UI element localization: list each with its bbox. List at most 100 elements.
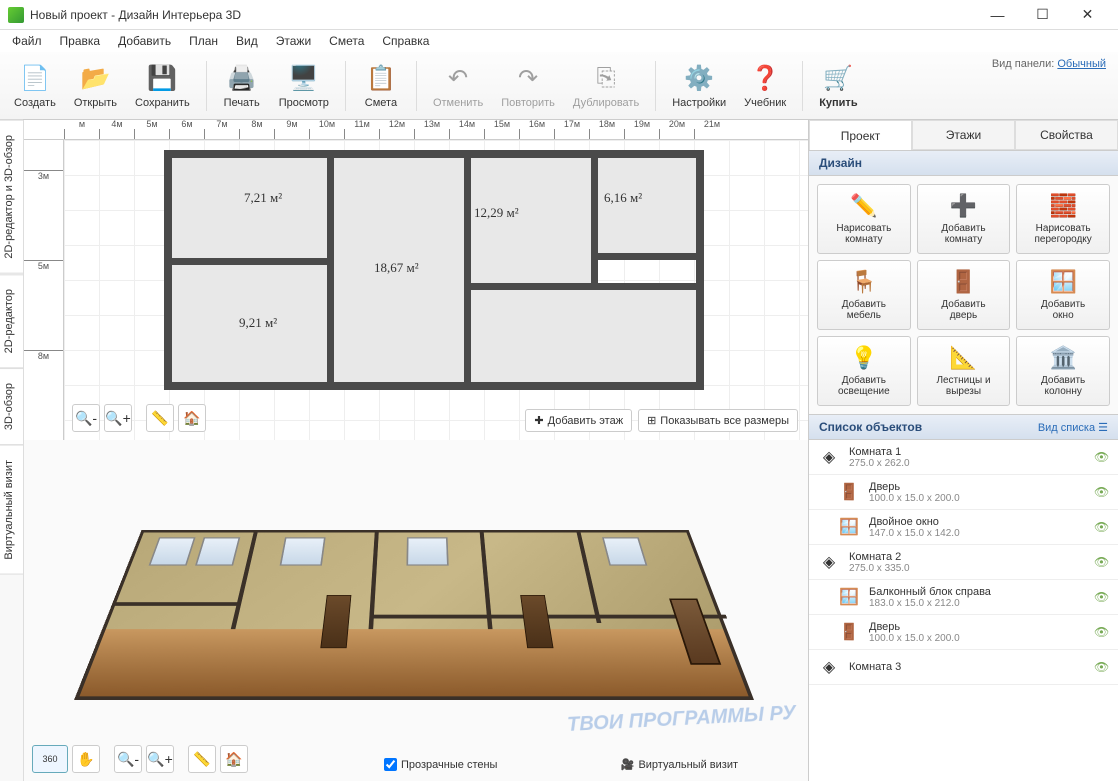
notepad-icon: 📋: [365, 62, 397, 94]
object-item-4[interactable]: 🪟Балконный блок справа183.0 x 15.0 x 212…: [809, 580, 1118, 615]
design-btn-0[interactable]: ✏️Нарисоватькомнату: [817, 184, 911, 254]
design-btn-2[interactable]: 🧱Нарисоватьперегородку: [1016, 184, 1110, 254]
minimize-button[interactable]: —: [975, 1, 1020, 29]
object-icon: ◈: [817, 445, 841, 469]
zoom-in-button[interactable]: 🔍+: [104, 404, 132, 432]
side-tab-0[interactable]: 2D-редактор и 3D-обзор: [0, 120, 23, 274]
buy-button[interactable]: 🛒Купить: [813, 59, 863, 112]
object-item-1[interactable]: 🚪Дверь100.0 x 15.0 x 200.0👁: [809, 475, 1118, 510]
show-dimensions-button[interactable]: ⊞Показывать все размеры: [638, 409, 798, 432]
zoom-out-3d-button[interactable]: 🔍-: [114, 745, 142, 773]
menu-4[interactable]: Вид: [228, 32, 266, 50]
create-button[interactable]: 📄Создать: [8, 59, 62, 112]
print-button[interactable]: 🖨️Печать: [217, 59, 267, 112]
side-tab-3[interactable]: Виртуальный визит: [0, 445, 23, 575]
open-button[interactable]: 📂Открыть: [68, 59, 123, 112]
visibility-icon[interactable]: 👁: [1094, 485, 1110, 499]
design-btn-7[interactable]: 📐Лестницы ивырезы: [917, 336, 1011, 406]
estimate-button[interactable]: 📋Смета: [356, 59, 406, 112]
right-tab-2[interactable]: Свойства: [1015, 120, 1118, 150]
design-icon: 🏛️: [1049, 345, 1076, 371]
design-btn-6[interactable]: 💡Добавитьосвещение: [817, 336, 911, 406]
side-tab-1[interactable]: 2D-редактор: [0, 274, 23, 368]
undo-button[interactable]: ↶Отменить: [427, 59, 489, 112]
object-item-6[interactable]: ◈Комната 3👁: [809, 650, 1118, 685]
preview-button[interactable]: 🖥️Просмотр: [273, 59, 335, 112]
design-btn-1[interactable]: ➕Добавитькомнату: [917, 184, 1011, 254]
right-tab-0[interactable]: Проект: [809, 120, 912, 150]
camera-icon: 🎥: [621, 758, 635, 771]
object-icon: 🚪: [837, 480, 861, 504]
tutorial-button[interactable]: ❓Учебник: [738, 59, 792, 112]
pan-button[interactable]: ✋: [72, 745, 100, 773]
menu-0[interactable]: Файл: [4, 32, 50, 50]
ruler-vertical: 3м5м8м: [24, 140, 64, 440]
new-file-icon: 📄: [19, 62, 51, 94]
redo-icon: ↷: [512, 62, 544, 94]
maximize-button[interactable]: ☐: [1020, 1, 1065, 29]
measure-button[interactable]: 📏: [146, 404, 174, 432]
object-item-2[interactable]: 🪟Двойное окно147.0 x 15.0 x 142.0👁: [809, 510, 1118, 545]
plan-2d-area[interactable]: 3м5м8м: [24, 140, 808, 440]
object-item-5[interactable]: 🚪Дверь100.0 x 15.0 x 200.0👁: [809, 615, 1118, 650]
right-tab-1[interactable]: Этажи: [912, 120, 1015, 150]
plus-icon: ✚: [534, 414, 543, 427]
list-view-link[interactable]: Вид списка ☰: [1038, 421, 1108, 434]
visibility-icon[interactable]: 👁: [1094, 520, 1110, 534]
zoom-in-3d-button[interactable]: 🔍+: [146, 745, 174, 773]
view-3d-area[interactable]: 360 ✋ 🔍- 🔍+ 📏 🏠 Прозрачные стены 🎥Виртуа…: [24, 440, 808, 781]
object-item-0[interactable]: ◈Комната 1275.0 x 262.0👁: [809, 440, 1118, 475]
design-icon: 🚪: [950, 269, 977, 295]
cart-icon: 🛒: [822, 62, 854, 94]
menu-2[interactable]: Добавить: [110, 32, 179, 50]
menu-7[interactable]: Справка: [374, 32, 437, 50]
window-title: Новый проект - Дизайн Интерьера 3D: [30, 8, 975, 22]
printer-icon: 🖨️: [226, 62, 258, 94]
room-area-label: 7,21 м²: [244, 190, 282, 206]
home-button[interactable]: 🏠: [178, 404, 206, 432]
close-button[interactable]: ✕: [1065, 1, 1110, 29]
settings-button[interactable]: ⚙️Настройки: [666, 59, 732, 112]
right-panel: ПроектЭтажиСвойства Дизайн ✏️Нарисоватьк…: [808, 120, 1118, 781]
visibility-icon[interactable]: 👁: [1094, 590, 1110, 604]
ruler-3d-button[interactable]: 📏: [188, 745, 216, 773]
object-icon: 🪟: [837, 585, 861, 609]
menu-1[interactable]: Правка: [52, 32, 109, 50]
visibility-icon[interactable]: 👁: [1094, 660, 1110, 674]
visibility-icon[interactable]: 👁: [1094, 555, 1110, 569]
design-btn-3[interactable]: 🪑Добавитьмебель: [817, 260, 911, 330]
menu-5[interactable]: Этажи: [268, 32, 319, 50]
toolbar: 📄Создать 📂Открыть 💾Сохранить 🖨️Печать 🖥️…: [0, 52, 1118, 120]
virtual-visit-button[interactable]: 🎥Виртуальный визит: [621, 758, 738, 771]
menubar: ФайлПравкаДобавитьПланВидЭтажиСметаСправ…: [0, 30, 1118, 52]
duplicate-button[interactable]: ⎘Дублировать: [567, 59, 645, 112]
redo-button[interactable]: ↷Повторить: [495, 59, 561, 112]
rotate-360-button[interactable]: 360: [32, 745, 68, 773]
panel-mode-link[interactable]: Обычный: [1057, 58, 1106, 70]
monitor-icon: 🖥️: [288, 62, 320, 94]
zoom-out-button[interactable]: 🔍-: [72, 404, 100, 432]
design-btn-8[interactable]: 🏛️Добавитьколонну: [1016, 336, 1110, 406]
visibility-icon[interactable]: 👁: [1094, 450, 1110, 464]
plan-canvas[interactable]: 7,21 м²18,67 м²12,29 м²6,16 м²9,21 м² 🔍-…: [64, 140, 808, 440]
object-icon: ◈: [817, 655, 841, 679]
design-icon: 📐: [950, 345, 977, 371]
object-icon: ◈: [817, 550, 841, 574]
save-button[interactable]: 💾Сохранить: [129, 59, 196, 112]
visibility-icon[interactable]: 👁: [1094, 625, 1110, 639]
design-icon: 🪟: [1049, 269, 1076, 295]
menu-6[interactable]: Смета: [321, 32, 372, 50]
objects-section-header: Список объектов Вид списка ☰: [809, 414, 1118, 440]
menu-3[interactable]: План: [181, 32, 226, 50]
transparent-walls-checkbox[interactable]: Прозрачные стены: [384, 758, 497, 771]
object-item-3[interactable]: ◈Комната 2275.0 x 335.0👁: [809, 545, 1118, 580]
design-btn-4[interactable]: 🚪Добавитьдверь: [917, 260, 1011, 330]
object-icon: 🚪: [837, 620, 861, 644]
diskette-icon: 💾: [146, 62, 178, 94]
gear-icon: ⚙️: [683, 62, 715, 94]
list-icon: ☰: [1098, 422, 1108, 434]
add-floor-button[interactable]: ✚Добавить этаж: [525, 409, 632, 432]
design-btn-5[interactable]: 🪟Добавитьокно: [1016, 260, 1110, 330]
home-3d-button[interactable]: 🏠: [220, 745, 248, 773]
side-tab-2[interactable]: 3D-обзор: [0, 368, 23, 445]
